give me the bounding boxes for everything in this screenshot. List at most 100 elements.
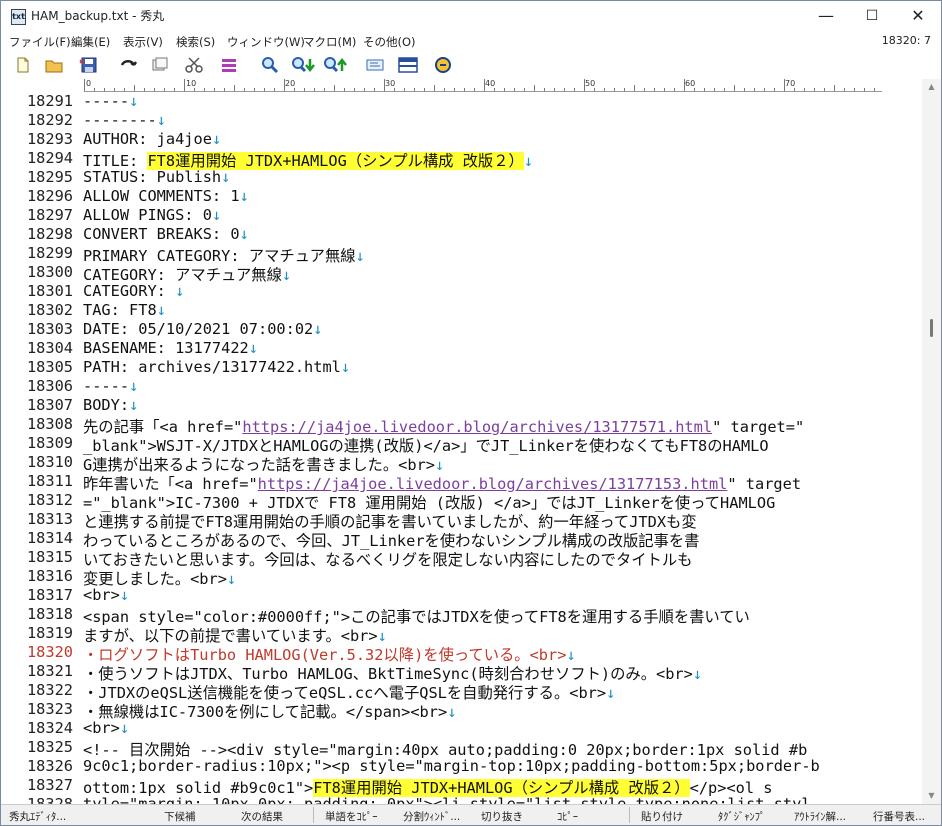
- copy-icon[interactable]: [150, 56, 170, 74]
- close-button[interactable]: ✕: [895, 1, 941, 31]
- editor-line[interactable]: 18305 PATH: archives/13177422.html↓: [1, 358, 922, 377]
- editor-line[interactable]: 18327 ottom:1px solid #b9c0c1">FT8運用開始 JT…: [1, 776, 922, 797]
- editor-line[interactable]: 18302 TAG: FT8↓: [1, 301, 922, 320]
- editor-line[interactable]: 18310 G連携が出来るようになった話を書きました。<br>↓: [1, 453, 922, 474]
- editor-line[interactable]: 18300 CATEGORY: アマチュア無線↓: [1, 263, 922, 284]
- vertical-scrollbar[interactable]: ▲ ▼: [922, 79, 941, 804]
- text-segment: CONVERT BREAKS: 0: [83, 225, 240, 243]
- editor-line[interactable]: 18311 昨年書いた「<a href="https://ja4joe.lived…: [1, 472, 922, 493]
- editor-line[interactable]: 18318 <span style="color:#0000ff;">この記事では…: [1, 605, 922, 626]
- open-folder-icon[interactable]: [44, 56, 64, 74]
- editor-line[interactable]: 18317 <br>↓: [1, 586, 922, 605]
- app-icon[interactable]: txt: [11, 9, 26, 25]
- fkey-tag-jump[interactable]: ﾀｸﾞｼﾞｬﾝﾌﾟ: [718, 809, 765, 824]
- hide-icon[interactable]: [433, 56, 453, 74]
- fkey-outline[interactable]: ｱｳﾄﾗｲﾝ解...: [794, 809, 846, 824]
- find-up-icon[interactable]: [323, 56, 347, 74]
- editor-window: txt HAM_backup.txt - 秀丸 — ☐ ✕ ファイル(F) 編集…: [0, 0, 942, 826]
- minimize-button[interactable]: —: [803, 1, 849, 31]
- scroll-down-icon[interactable]: ▼: [922, 788, 941, 804]
- maximize-button[interactable]: ☐: [849, 1, 895, 31]
- editor-line[interactable]: 18294 TITLE: FT8運用開始 JTDX+HAMLOG（シンプル構成 改…: [1, 149, 922, 170]
- line-text: <br>↓: [83, 586, 129, 604]
- split-window-icon[interactable]: [398, 56, 418, 74]
- line-feed-icon: ↓: [129, 92, 139, 110]
- editor-line[interactable]: 18307 BODY:↓: [1, 396, 922, 415]
- grep-icon[interactable]: [365, 56, 385, 74]
- editor-line[interactable]: 18304 BASENAME: 13177422↓: [1, 339, 922, 358]
- menu-other[interactable]: その他(O): [363, 34, 416, 50]
- text-segment: TAG: FT8: [83, 301, 157, 319]
- new-file-icon[interactable]: [13, 56, 33, 74]
- fkey-next-result[interactable]: 次の結果: [241, 809, 283, 824]
- editor-line[interactable]: 18319 ますが、以下の前提で書いています。<br>↓: [1, 624, 922, 645]
- editor-line[interactable]: 18316 変更しました。<br>↓: [1, 567, 922, 588]
- separator: [629, 807, 630, 823]
- editor-line[interactable]: 18297 ALLOW PINGS: 0↓: [1, 206, 922, 225]
- scroll-thumb[interactable]: [930, 319, 933, 337]
- editor-line[interactable]: 18291 -----↓: [1, 92, 922, 111]
- fkey-paste[interactable]: 貼り付け: [641, 809, 683, 824]
- line-text: <br>↓: [83, 719, 129, 737]
- editor-line[interactable]: 18323 ・無線機はIC-7300を例にして記載。</span><br>↓: [1, 700, 922, 721]
- menu-file[interactable]: ファイル(F): [9, 34, 71, 50]
- cut-icon[interactable]: [184, 56, 204, 74]
- scroll-up-icon[interactable]: ▲: [922, 79, 941, 95]
- editor-line[interactable]: 18328 tyle="margin: 10px 0px; padding: 0p…: [1, 795, 922, 804]
- editor-line[interactable]: 18298 CONVERT BREAKS: 0↓: [1, 225, 922, 244]
- fkey-split-window[interactable]: 分割ｳｨﾝﾄﾞ...: [403, 809, 460, 824]
- line-feed-icon: ↓: [211, 206, 222, 224]
- editor-line[interactable]: 18321 ・使うソフトはJTDX、Turbo HAMLOG、BktTimeSyn…: [1, 662, 922, 683]
- fkey-copy[interactable]: ｺﾋﾟｰ: [557, 809, 578, 824]
- editor-line[interactable]: 18324 <br>↓: [1, 719, 922, 738]
- text-segment: BASENAME: 13177422: [83, 339, 249, 357]
- line-number: 18295: [26, 168, 73, 186]
- editor-line[interactable]: 18309 _blank">WSJT-X/JTDXとHAMLOGの連携(改版)</…: [1, 434, 922, 455]
- editor-line[interactable]: 18308 先の記事「<a href="https://ja4joe.livedo…: [1, 415, 922, 436]
- line-number: 18298: [26, 225, 73, 243]
- ruler-label: 20: [285, 79, 296, 88]
- fkey-hidemaru-editor[interactable]: 秀丸ｴﾃﾞｨﾀ...: [9, 809, 66, 824]
- menu-bar: ファイル(F) 編集(E) 表示(V) 検索(S) ウィンドウ(W) マクロ(M…: [1, 31, 941, 51]
- menu-edit[interactable]: 編集(E): [71, 34, 110, 50]
- text-editor[interactable]: 18291 -----↓ 18292 --------↓ 18293 AUTHOR: ja…: [1, 92, 922, 804]
- editor-line[interactable]: 18320 ・ログソフトはTurbo HAMLOG(Ver.5.32以降)を使って…: [1, 643, 922, 664]
- editor-line[interactable]: 18301 CATEGORY: ↓: [1, 282, 922, 301]
- line-text: -----↓: [83, 377, 138, 395]
- line-feed-icon: ↓: [239, 225, 249, 243]
- paste-icon[interactable]: [219, 56, 239, 74]
- find-down-icon[interactable]: [291, 56, 315, 74]
- fkey-line-number[interactable]: 行番号表...: [873, 809, 925, 824]
- editor-line[interactable]: 18299 PRIMARY CATEGORY: アマチュア無線↓: [1, 244, 922, 265]
- find-icon[interactable]: [260, 56, 280, 74]
- line-feed-icon: ↓: [313, 320, 323, 338]
- menu-window[interactable]: ウィンドウ(W): [227, 34, 305, 50]
- editor-line[interactable]: 18322 ・JTDXのeQSL送信機能を使ってeQSL.ccへ電子QSLを自動発…: [1, 681, 922, 702]
- editor-line[interactable]: 18313 と連携する前提でFT8運用開始の手順の記事を書いていましたが、約一年経…: [1, 510, 922, 531]
- fkey-copy-word[interactable]: 単語をｺﾋﾟｰ: [325, 809, 378, 824]
- editor-line[interactable]: 18325 <!-- 目次開始 --><div style="margin:40p…: [1, 738, 922, 759]
- editor-line[interactable]: 18292 --------↓: [1, 111, 922, 130]
- text-segment: <br>: [83, 586, 120, 604]
- editor-line[interactable]: 18296 ALLOW COMMENTS: 1↓: [1, 187, 922, 206]
- editor-line[interactable]: 18326 9c0c1;border-radius:10px;"><p style…: [1, 757, 922, 776]
- line-text: DATE: 05/10/2021 07:00:02↓: [83, 320, 322, 338]
- editor-line[interactable]: 18293 AUTHOR: ja4joe↓: [1, 130, 922, 149]
- menu-macro[interactable]: マクロ(M): [303, 34, 356, 50]
- undo-icon[interactable]: [118, 56, 138, 74]
- fkey-next-candidate[interactable]: 下候補: [164, 809, 196, 824]
- ruler-label: 10: [186, 79, 197, 88]
- fkey-cut[interactable]: 切り抜き: [481, 809, 523, 824]
- menu-view[interactable]: 表示(V): [123, 34, 163, 50]
- editor-line[interactable]: 18314 わっているところがあるので、今回、JT_Linkerを使わないシンプル…: [1, 529, 922, 550]
- line-number: 18320: [26, 643, 73, 661]
- editor-line[interactable]: 18306 -----↓: [1, 377, 922, 396]
- save-icon[interactable]: [79, 56, 99, 74]
- editor-line[interactable]: 18312 ="_blank">IC-7300 + JTDXで FT8 運用開始 …: [1, 491, 922, 512]
- title-bar[interactable]: txt HAM_backup.txt - 秀丸 — ☐ ✕: [1, 1, 941, 31]
- editor-line[interactable]: 18295 STATUS: Publish↓: [1, 168, 922, 187]
- menu-search[interactable]: 検索(S): [176, 34, 215, 50]
- editor-line[interactable]: 18303 DATE: 05/10/2021 07:00:02↓: [1, 320, 922, 339]
- line-number: 18303: [26, 320, 73, 338]
- editor-line[interactable]: 18315 いておきたいと思います。今回は、なるべくリグを限定しない内容にしたので…: [1, 548, 922, 569]
